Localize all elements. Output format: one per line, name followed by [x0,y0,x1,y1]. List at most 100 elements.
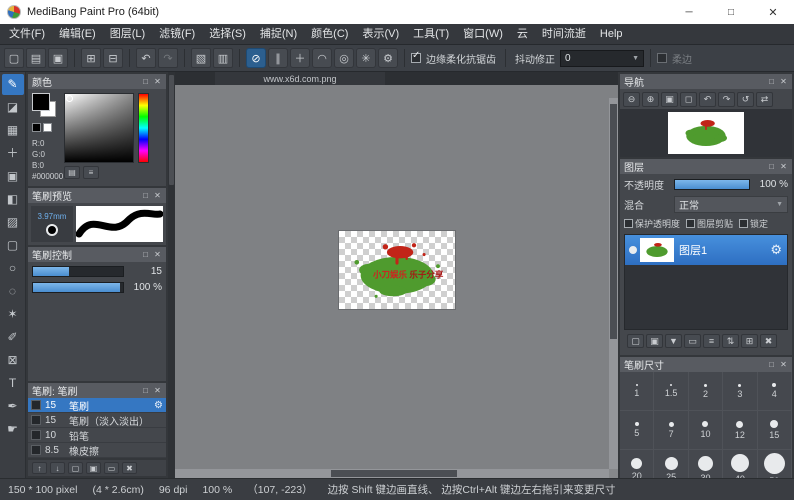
tool-move[interactable]: ＋ [2,143,24,164]
tool-brush[interactable]: ✎ [2,74,24,95]
menu-select[interactable]: 选择(S) [202,24,253,45]
close-icon[interactable]: ✕ [153,250,162,259]
brush-opacity-slider[interactable] [32,282,124,293]
soft-edge-checkbox[interactable] [657,53,667,63]
reset-view-icon[interactable]: ↺ [737,92,754,107]
brush-item[interactable]: 8.5 橡皮擦 [28,443,166,458]
navigator-thumbnail[interactable] [668,112,744,154]
delete-brush-icon[interactable]: ✖ [122,462,137,474]
new-file-icon[interactable]: ▢ [4,48,24,68]
brush-size-option[interactable]: 3 [723,372,757,411]
open-file-icon[interactable]: ▤ [26,48,46,68]
brush-item[interactable]: 15 笔刷（淡入淡出） [28,413,166,428]
brush-move-down-icon[interactable]: ↓ [50,462,65,474]
zoom-out-icon[interactable]: ⊖ [623,92,640,107]
duplicate-brush-icon[interactable]: ▣ [86,462,101,474]
menu-file[interactable]: 文件(F) [2,24,52,45]
maximize-button[interactable]: □ [710,0,752,24]
brush-size-option[interactable]: 5 [620,411,654,450]
menu-layer[interactable]: 图层(L) [103,24,152,45]
canvas-vertical-scrollbar[interactable] [609,98,618,469]
fg-bg-swatches[interactable] [32,93,58,119]
menu-filter[interactable]: 滤镜(F) [152,24,202,45]
tool-select-eraser[interactable]: ⊠ [2,350,24,371]
snap-parallel-icon[interactable]: ∥ [268,48,288,68]
gear-icon[interactable]: ⚙ [154,400,163,411]
menu-edit[interactable]: 编辑(E) [52,24,103,45]
popout-icon[interactable]: □ [141,250,150,259]
brush-size-option[interactable]: 2 [689,372,723,411]
blend-mode-dropdown[interactable]: 正常 ▼ [674,196,788,213]
transparent-color-chip[interactable] [43,123,52,132]
actual-size-icon[interactable]: ◻ [680,92,697,107]
brush-item-selected[interactable]: 15 笔刷 ⚙ [28,398,166,413]
stabilizer-dropdown[interactable]: 0 ▼ [560,50,644,67]
add-folder-icon[interactable]: ▭ [684,334,701,348]
layer-opacity-slider[interactable] [674,179,750,190]
slider-mode-icon[interactable]: ≡ [83,166,99,179]
zoom-in-icon[interactable]: ⊕ [642,92,659,107]
menu-view[interactable]: 表示(V) [355,24,406,45]
merge-layer-icon[interactable]: ≡ [703,334,720,348]
duplicate-layer-icon[interactable]: ▣ [646,334,663,348]
popout-icon[interactable]: □ [767,77,776,86]
tool-select-rect[interactable]: ▢ [2,235,24,256]
palette-mode-icon[interactable]: ▤ [64,166,80,179]
brush-folder-icon[interactable]: ▭ [104,462,119,474]
tool-magic-wand[interactable]: ✶ [2,304,24,325]
popout-icon[interactable]: □ [141,386,150,395]
antialias-checkbox[interactable] [411,53,421,63]
tool-fill[interactable]: ▣ [2,166,24,187]
saturation-value-picker[interactable] [64,93,134,163]
tool-hand[interactable]: ☛ [2,419,24,440]
snap-radial-icon[interactable]: ✳ [356,48,376,68]
close-button[interactable]: ✕ [752,0,794,24]
transfer-layer-icon[interactable]: ⇅ [722,334,739,348]
lock-checkbox[interactable] [739,219,748,228]
brush-item[interactable]: 10 铅笔 [28,428,166,443]
snap-settings-icon[interactable]: ⚙ [378,48,398,68]
combine-layer-icon[interactable]: ⊞ [741,334,758,348]
canvas-horizontal-scrollbar[interactable] [175,469,609,478]
menu-window[interactable]: 窗口(W) [456,24,510,45]
minimize-button[interactable]: ─ [668,0,710,24]
brush-size-option[interactable]: 15 [758,411,792,450]
tool-eraser[interactable]: ◪ [2,97,24,118]
brush-size-slider[interactable] [32,266,124,277]
save-file-icon[interactable]: ▣ [48,48,68,68]
popout-icon[interactable]: □ [767,162,776,171]
swap-color-chip[interactable] [32,123,41,132]
menu-tool[interactable]: 工具(T) [406,24,456,45]
left-panel-scrollbar[interactable] [168,72,175,478]
snap-concentric-icon[interactable]: ◎ [334,48,354,68]
protect-alpha-checkbox[interactable] [624,219,633,228]
popout-icon[interactable]: □ [141,191,150,200]
tool-lasso[interactable]: ◌ [2,281,24,302]
color-cursor[interactable] [66,95,73,102]
tool-select-pen[interactable]: ✐ [2,327,24,348]
foreground-color-swatch[interactable] [32,93,50,111]
add-brush-icon[interactable]: ▢ [68,462,83,474]
clipping-checkbox[interactable] [686,219,695,228]
redo-icon[interactable]: ↷ [158,48,178,68]
close-icon[interactable]: ✕ [153,77,162,86]
transform-icon[interactable]: ⊞ [81,48,101,68]
layer-settings-gear-icon[interactable]: ⚙ [770,242,782,258]
close-icon[interactable]: ✕ [779,360,788,369]
snap-curve-icon[interactable]: ◠ [312,48,332,68]
rotate-left-icon[interactable]: ↶ [699,92,716,107]
menu-timelapse[interactable]: 时间流逝 [535,24,593,45]
brush-size-option[interactable]: 12 [723,411,757,450]
snap-cross-icon[interactable]: ＋ [290,48,310,68]
canvas-document[interactable]: 小刀娱乐 乐子分享 [339,231,455,309]
brush-move-up-icon[interactable]: ↑ [32,462,47,474]
add-layer-icon[interactable]: ▢ [627,334,644,348]
layer-row-selected[interactable]: 图层1 ⚙ [625,235,787,265]
document-tab[interactable]: www.x6d.com.png [215,72,385,85]
brush-size-option[interactable]: 10 [689,411,723,450]
menu-help[interactable]: Help [593,24,630,45]
layer-visibility-toggle[interactable] [625,246,640,254]
hue-bar[interactable] [138,93,149,163]
close-icon[interactable]: ✕ [779,162,788,171]
menu-color[interactable]: 颜色(C) [304,24,355,45]
